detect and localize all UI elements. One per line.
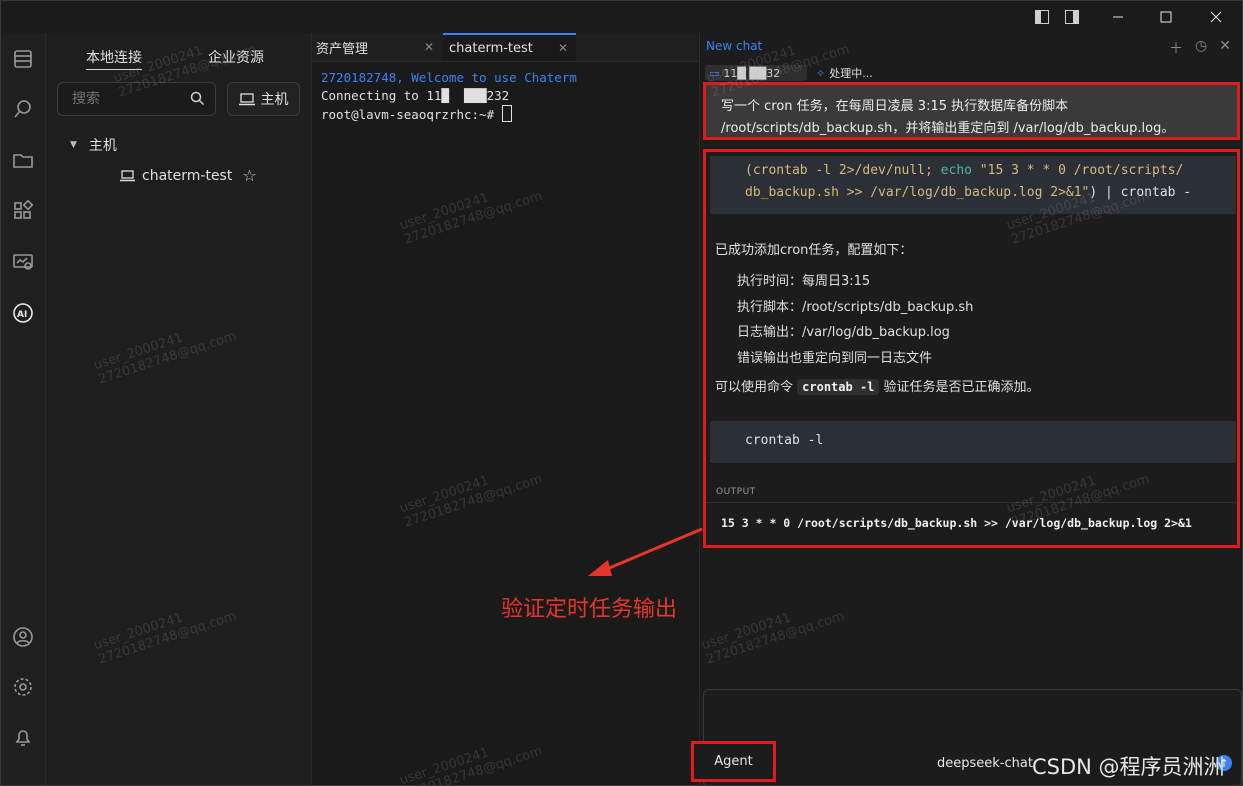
gear-icon[interactable] [9, 673, 37, 701]
agent-mode-button[interactable]: Agent [691, 741, 776, 782]
assistant-response: (crontab -l 2>/dev/null; echo "15 3 * * … [703, 149, 1240, 548]
ai-icon[interactable]: AI [9, 299, 37, 327]
detail-item: 错误输出也重定向到同一日志文件 [737, 351, 933, 366]
model-selector[interactable]: deepseek-chat [937, 756, 1033, 771]
code-keyword: echo [940, 163, 972, 178]
list-icon[interactable] [9, 45, 37, 73]
search-icon[interactable] [9, 95, 37, 123]
terminal-area: 资产管理 ✕ chaterm-test ✕ 2720182748, Welcom… [312, 33, 698, 785]
terminal-line: 2720182748, Welcome to use Chaterm [321, 70, 577, 85]
tab-local-connections[interactable]: 本地连接 [86, 47, 142, 70]
history-icon[interactable]: ◷ [1195, 38, 1207, 58]
code-block-2[interactable]: crontab -l [710, 421, 1236, 463]
code-string: db_backup.sh >> /var/log/db_backup.log 2… [745, 185, 1090, 200]
close-tab-icon[interactable]: ✕ [424, 40, 434, 54]
chat-toolbar: ＋ ◷ ✕ [1169, 38, 1231, 58]
tab-enterprise-resources[interactable]: 企业资源 [208, 47, 264, 67]
annotation-text: 验证定时任务输出 [501, 597, 678, 622]
host-chip-label: 11█ ██32 [723, 66, 781, 80]
search-box [57, 82, 216, 116]
close-icon[interactable] [1193, 1, 1239, 33]
verify-suffix: 验证任务是否已正确添加。 [883, 380, 1040, 395]
bell-icon[interactable] [9, 723, 37, 751]
svg-text:AI: AI [17, 310, 27, 320]
annotation-arrow-icon [588, 527, 703, 576]
user-message-line: 写一个 cron 任务，在每周日凌晨 3:15 执行数据库备份脚本 [721, 99, 1069, 114]
verify-text: 可以使用命令 crontab -l 验证任务是否已正确添加。 [715, 376, 1040, 395]
app-window: AI 本地连接 企业资源 主机 ▼ 主机 chaterm-test [0, 0, 1243, 786]
terminal-tabbar: 资产管理 ✕ chaterm-test ✕ [312, 33, 698, 62]
title-bar [1, 1, 1242, 33]
star-icon[interactable]: ☆ [242, 166, 256, 185]
terminal-line: Connecting to 11█ ███232 [321, 88, 510, 103]
minimize-icon[interactable] [1095, 1, 1141, 33]
maximize-icon[interactable] [1143, 1, 1189, 33]
host-chip[interactable]: ▭ 11█ ██32 [705, 65, 807, 81]
code-string: "15 3 * * 0 /root/scripts/ [971, 163, 1184, 178]
extensions-icon[interactable] [9, 197, 37, 225]
detail-item: 执行脚本：/root/scripts/db_backup.sh [737, 300, 974, 315]
terminal-cursor [501, 105, 512, 122]
sidebar: 本地连接 企业资源 主机 ▼ 主机 chaterm-test ☆ [46, 33, 312, 785]
caret-down-icon: ▼ [70, 140, 77, 150]
user-message: 写一个 cron 任务，在每周日凌晨 3:15 执行数据库备份脚本 /root/… [703, 82, 1240, 140]
user-message-line: /root/scripts/db_backup.sh，并将输出重定向到 /var… [721, 121, 1175, 136]
status-chip: ✧ 处理中... [816, 65, 873, 81]
code-block[interactable]: (crontab -l 2>/dev/null; echo "15 3 * * … [710, 156, 1236, 214]
close-chat-icon[interactable]: ✕ [1219, 38, 1231, 58]
chat-panel: New chat ＋ ◷ ✕ ▭ 11█ ██32 ✧ 处理中... 写一个 c… [699, 33, 1242, 785]
close-tab-icon[interactable]: ✕ [558, 41, 568, 55]
output-text: 15 3 * * 0 /root/scripts/db_backup.sh >>… [721, 516, 1192, 530]
verify-prefix: 可以使用命令 [715, 380, 794, 395]
tree-item-label: chaterm-test [142, 167, 233, 184]
detail-item: 日志输出：/var/log/db_backup.log [737, 325, 950, 340]
tree-item-chaterm-test[interactable]: chaterm-test ☆ [120, 166, 257, 185]
user-icon[interactable] [9, 623, 37, 651]
add-chat-icon[interactable]: ＋ [1169, 38, 1183, 58]
folder-icon[interactable] [9, 146, 37, 174]
code-text: crontab -l [745, 433, 824, 448]
laptop-icon [120, 169, 135, 181]
search-input[interactable] [70, 90, 184, 108]
laptop-icon [238, 92, 255, 105]
pin-icon: ✧ [816, 66, 826, 80]
code-text: (crontab -l 2>/dev/null; [745, 163, 941, 178]
tab-chaterm-test[interactable]: chaterm-test ✕ [443, 33, 576, 61]
laptop-icon: ▭ [709, 66, 720, 80]
status-chip-label: 处理中... [829, 67, 873, 80]
host-button[interactable]: 主机 [227, 82, 300, 116]
tree-group-hosts[interactable]: ▼ 主机 [70, 135, 117, 155]
monitor-icon[interactable] [9, 248, 37, 276]
success-text: 已成功添加cron任务，配置如下： [715, 243, 913, 258]
activity-bar: AI [1, 33, 46, 785]
chat-title[interactable]: New chat [706, 39, 762, 53]
output-label: OUTPUT [716, 487, 756, 497]
code-text: ) | crontab - [1089, 185, 1192, 200]
search-icon[interactable] [190, 91, 205, 106]
tab-label: 资产管理 [316, 41, 369, 57]
host-button-label: 主机 [260, 92, 289, 108]
terminal-prompt: root@lavm-seaoqrzrhc:~# [321, 107, 502, 122]
csdn-watermark: CSDN @程序员洲洲 [1032, 755, 1225, 779]
detail-item: 执行时间：每周日3:15 [737, 274, 871, 289]
inline-code: crontab -l [797, 379, 880, 395]
tab-label: chaterm-test [449, 40, 533, 56]
toggle-right-panel-icon[interactable] [1049, 1, 1095, 33]
output-divider [706, 502, 1237, 503]
tab-asset-management[interactable]: 资产管理 ✕ [312, 33, 442, 61]
tree-group-label: 主机 [88, 138, 117, 154]
terminal-output[interactable]: 2720182748, Welcome to use Chaterm Connec… [321, 69, 577, 124]
